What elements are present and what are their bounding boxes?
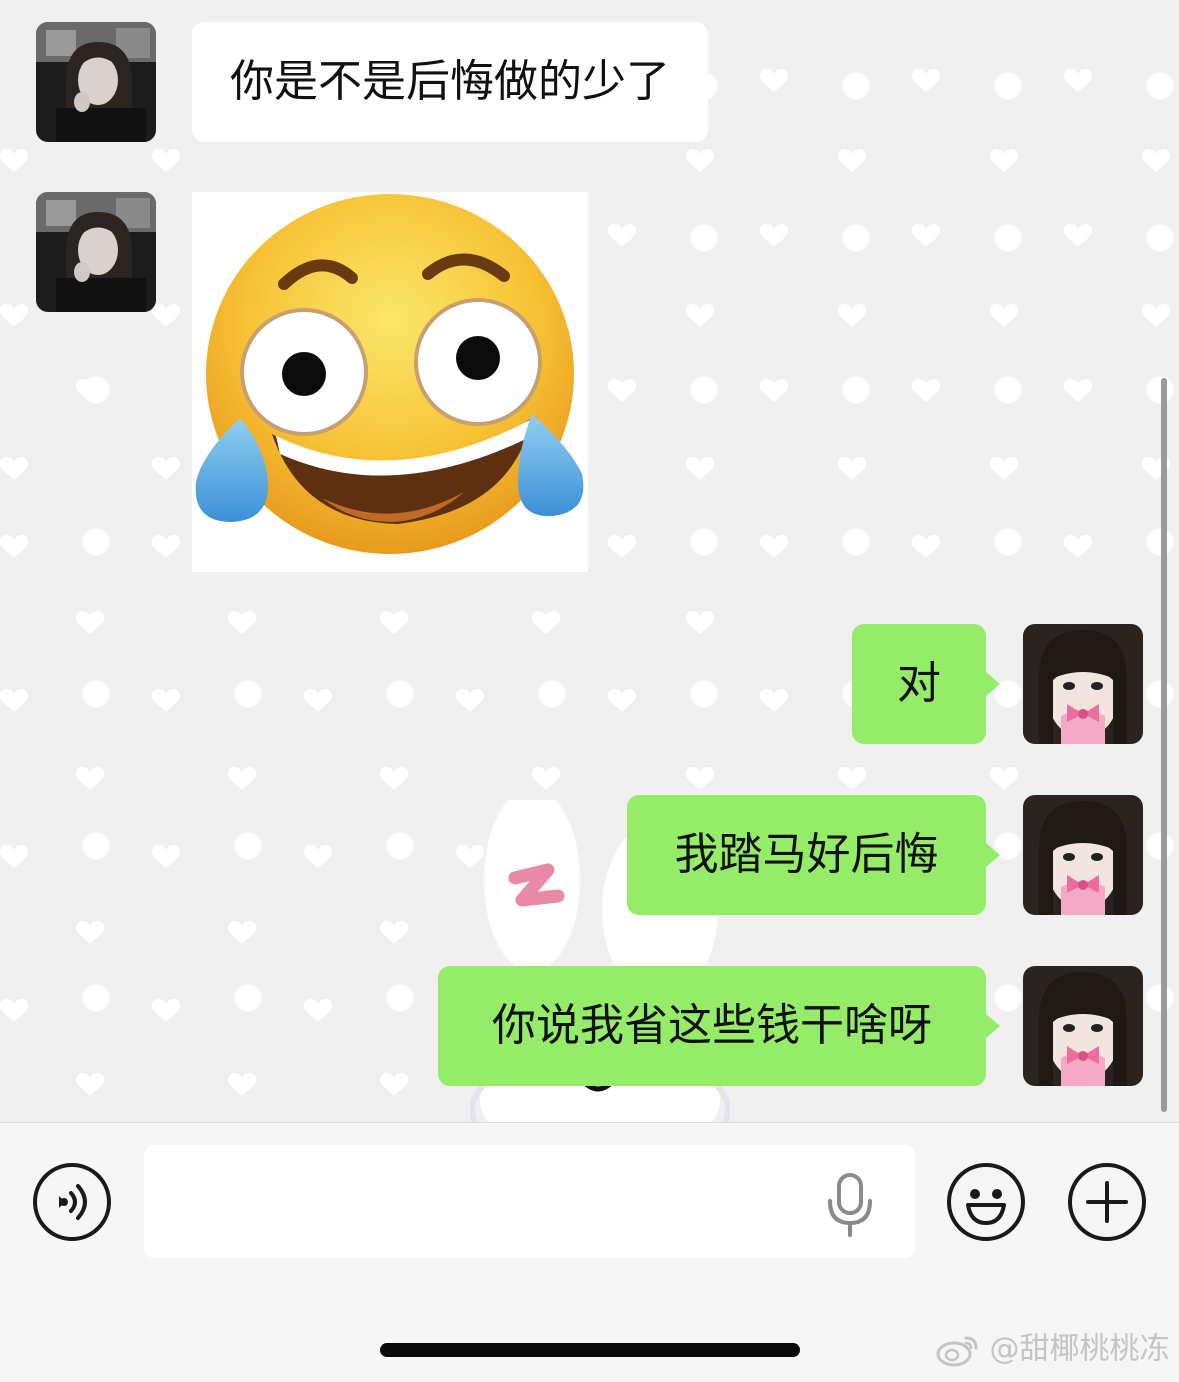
message-bubble-incoming[interactable]: 你是不是后悔做的少了	[192, 22, 708, 142]
chat-scrollbar[interactable]	[1161, 378, 1167, 1112]
voice-mode-button[interactable]	[33, 1163, 111, 1241]
my-avatar[interactable]	[1023, 966, 1143, 1086]
my-avatar[interactable]	[1023, 624, 1143, 744]
plus-circle-icon	[1086, 1181, 1128, 1223]
contact-avatar[interactable]	[36, 192, 156, 312]
my-avatar-photo	[1023, 795, 1143, 915]
message-bubble-outgoing[interactable]: 我踏马好后悔	[627, 795, 1000, 915]
input-bar: @甜椰桃桃冻	[0, 1122, 1179, 1382]
chat-area[interactable]: 你是不是后悔做的少了 对 我踏马好后悔 你说我省这些钱干啥呀	[0, 0, 1179, 1122]
weibo-logo-icon	[936, 1336, 978, 1366]
laughing-crying-face-emoji-icon	[195, 194, 584, 554]
microphone-icon	[828, 1173, 872, 1237]
sticker-message[interactable]	[192, 192, 588, 572]
emoji-button[interactable]	[947, 1163, 1025, 1241]
message-input[interactable]	[144, 1145, 915, 1258]
contact-avatar[interactable]	[36, 22, 156, 142]
message-bubble-outgoing[interactable]: 对	[852, 624, 1000, 744]
contact-avatar-photo	[36, 22, 156, 142]
my-avatar[interactable]	[1023, 795, 1143, 915]
message-bubble-outgoing[interactable]: 你说我省这些钱干啥呀	[438, 966, 1000, 1086]
voice-mode-icon	[59, 1184, 87, 1220]
contact-avatar-photo	[36, 192, 156, 312]
smiley-icon	[966, 1189, 1006, 1225]
watermark-text: @甜椰桃桃冻	[989, 1331, 1170, 1367]
watermark: @甜椰桃桃冻	[936, 1327, 1170, 1371]
my-avatar-photo	[1023, 624, 1143, 744]
microphone-button[interactable]	[822, 1171, 878, 1237]
home-indicator[interactable]	[380, 1343, 800, 1357]
my-avatar-photo	[1023, 966, 1143, 1086]
more-options-button[interactable]	[1068, 1163, 1146, 1241]
